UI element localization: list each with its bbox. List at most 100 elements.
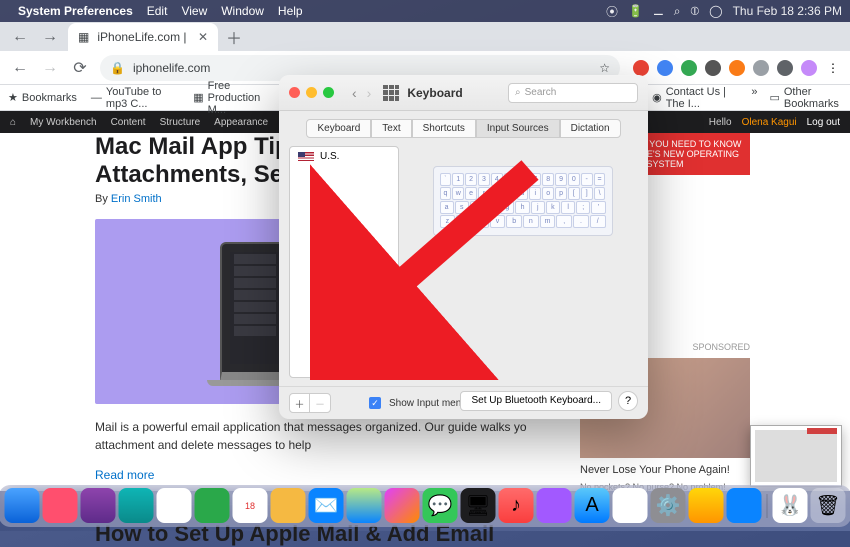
input-source-us[interactable]: U.S. (290, 147, 398, 166)
setup-bluetooth-button[interactable]: Set Up Bluetooth Keyboard... (460, 391, 612, 411)
ext-icon-3[interactable] (678, 57, 700, 79)
dock-appstore-icon[interactable]: A (575, 488, 610, 523)
star-icon[interactable]: ☆ (599, 61, 610, 75)
logout-link[interactable]: Log out (807, 117, 840, 128)
tab-shortcuts[interactable]: Shortcuts (412, 119, 476, 138)
minimize-window-button[interactable] (306, 87, 317, 98)
dock-podcasts-icon[interactable] (537, 488, 572, 523)
chrome-menu-icon[interactable]: ⋮ (822, 57, 844, 79)
status-control-center-icon[interactable]: ⦶ (690, 4, 699, 19)
prefs-back-button[interactable]: ‹ (348, 85, 361, 101)
dock-photos-icon[interactable] (385, 488, 420, 523)
add-input-source-button[interactable]: ＋ (290, 394, 310, 412)
other-bookmarks[interactable]: ▭ Other Bookmarks (769, 86, 842, 110)
dock-app-7[interactable] (613, 488, 648, 523)
home-icon[interactable]: ⌂ (10, 117, 16, 128)
nav-workbench[interactable]: My Workbench (30, 117, 97, 128)
tab-input-sources[interactable]: Input Sources (476, 119, 560, 138)
dock-app-8[interactable] (689, 488, 724, 523)
nav-structure[interactable]: Structure (160, 117, 201, 128)
ext-icon-6[interactable] (750, 57, 772, 79)
ext-icon-2[interactable] (654, 57, 676, 79)
prefs-title: Keyboard (407, 86, 462, 100)
us-flag-icon (298, 152, 314, 162)
nav-back-button[interactable]: ← (6, 54, 34, 82)
picture-in-picture-window[interactable] (750, 425, 842, 487)
nav-appearance[interactable]: Appearance (214, 117, 268, 128)
help-button[interactable]: ? (618, 391, 638, 411)
dock-app-4[interactable] (157, 488, 192, 523)
bm-youtube[interactable]: — YouTube to mp3 C... (91, 86, 179, 110)
prefs-search-placeholder: Search (525, 87, 557, 98)
ext-icon-7[interactable] (774, 57, 796, 79)
key-cap: i (529, 187, 541, 200)
input-source-list[interactable]: U.S. (289, 146, 399, 378)
read-more-link[interactable]: Read more (95, 468, 154, 482)
dock-app-9[interactable] (727, 488, 762, 523)
dock-messages-icon[interactable]: 💬 (423, 488, 458, 523)
menu-window[interactable]: Window (221, 4, 264, 18)
dock-app-5[interactable] (195, 488, 230, 523)
menubar-app-name[interactable]: System Preferences (18, 4, 133, 18)
menubar-datetime[interactable]: Thu Feb 18 2:36 PM (733, 4, 842, 18)
ext-icon-5[interactable] (726, 57, 748, 79)
dock-app-2[interactable] (81, 488, 116, 523)
nav-content[interactable]: Content (111, 117, 146, 128)
bm-free-production[interactable]: ▦ Free Production M... (193, 80, 281, 116)
show-all-icon[interactable] (383, 85, 399, 101)
dock-trash-icon[interactable]: 🗑 (811, 488, 846, 523)
forward-arrow-icon[interactable]: → (38, 25, 62, 49)
sponsored-headline[interactable]: Never Lose Your Phone Again! (580, 464, 750, 476)
status-siri-icon[interactable]: ◯ (709, 4, 722, 18)
window-controls (289, 87, 334, 98)
prefs-search-input[interactable]: ⌕ Search (508, 83, 638, 103)
key-cap: 6 (517, 173, 529, 186)
dock-maps-icon[interactable] (347, 488, 382, 523)
tab-text[interactable]: Text (371, 119, 411, 138)
menu-help[interactable]: Help (278, 4, 303, 18)
avatar-icon[interactable] (798, 57, 820, 79)
dock-finder-icon[interactable] (5, 488, 40, 523)
dock-calendar-icon[interactable]: 18 (233, 488, 268, 523)
bookmarks-folder[interactable]: ★ Bookmarks (8, 91, 77, 104)
key-cap: ` (440, 173, 452, 186)
key-cap: m (540, 215, 556, 228)
tab-close-icon[interactable]: ✕ (198, 30, 208, 44)
status-battery-icon[interactable]: 🔋 (628, 4, 643, 18)
back-arrow-icon[interactable]: ← (8, 25, 32, 49)
author-link[interactable]: Erin Smith (111, 193, 162, 205)
key-cap: p (555, 187, 567, 200)
show-input-menu-checkbox[interactable]: ✓ (369, 397, 381, 409)
prefs-nav: ‹ › (348, 85, 375, 101)
key-cap: c (473, 215, 489, 228)
key-cap: 4 (491, 173, 503, 186)
menu-view[interactable]: View (181, 4, 207, 18)
dock-settings-icon[interactable]: ⚙️ (651, 488, 686, 523)
dock-mail-icon[interactable]: ✉️ (309, 488, 344, 523)
menu-edit[interactable]: Edit (147, 4, 168, 18)
dock-app-1[interactable] (43, 488, 78, 523)
reload-button[interactable]: ⟳ (66, 54, 94, 82)
user-link[interactable]: Olena Kagui (742, 117, 797, 128)
dock-app-10[interactable]: 🐰 (773, 488, 808, 523)
status-screenrecord-icon[interactable]: ⦿ (606, 3, 618, 20)
ext-icon-4[interactable] (702, 57, 724, 79)
dock-tv-icon[interactable]: 🖥 (461, 488, 496, 523)
key-cap: l (561, 201, 575, 214)
browser-tab[interactable]: ▦ iPhoneLife.com | ✕ (68, 23, 218, 51)
zoom-window-button[interactable] (323, 87, 334, 98)
key-cap: 7 (529, 173, 541, 186)
dock-music-icon[interactable]: ♪ (499, 488, 534, 523)
bm-contact[interactable]: ◉ Contact Us | The I... (652, 86, 737, 110)
close-window-button[interactable] (289, 87, 300, 98)
dock: 18 ✉️ 💬 🖥 ♪ A ⚙️ 🐰 🗑 (0, 485, 850, 527)
dock-app-6[interactable] (271, 488, 306, 523)
tab-keyboard[interactable]: Keyboard (306, 119, 371, 138)
status-wifi-icon[interactable]: ⚊ (653, 4, 664, 18)
new-tab-button[interactable]: ＋ (224, 27, 244, 47)
status-search-icon[interactable]: ⌕ (674, 4, 681, 19)
tab-dictation[interactable]: Dictation (560, 119, 621, 138)
bookmarks-overflow[interactable]: » (751, 86, 757, 110)
dock-app-3[interactable] (119, 488, 154, 523)
key-cap: h (515, 201, 529, 214)
